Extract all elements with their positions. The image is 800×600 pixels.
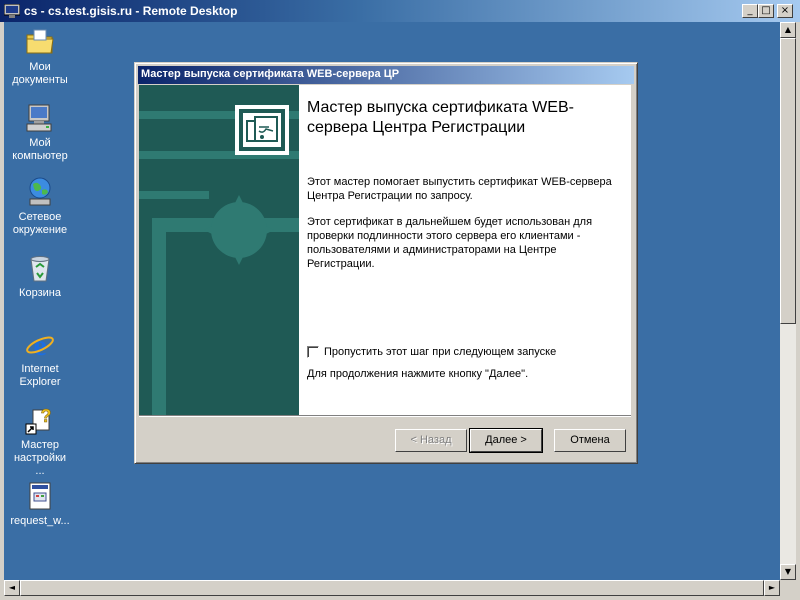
remote-desktop-titlebar[interactable]: cs - cs.test.gisis.ru - Remote Desktop _… [0,0,800,22]
wizard-content: Мастер выпуска сертификата WEB-сервера Ц… [299,85,631,415]
vertical-scrollbar[interactable]: ▲ ▼ [780,22,796,580]
skip-step-label[interactable]: Пропустить этот шаг при следующем запуск… [324,345,556,359]
vertical-scroll-thumb[interactable] [780,38,796,324]
desktop-icon-label: Internet Explorer [19,363,61,388]
desktop-icon-label: Сетевое окружение [12,211,68,236]
desktop-icon-label: request_w... [10,515,70,527]
dialog-title: Мастер выпуска сертификата WEB-сервера Ц… [141,68,400,80]
minimize-button[interactable]: _ [742,4,758,18]
close-icon: × [780,5,790,16]
remote-desktop-app-icon [4,4,20,18]
minimize-icon: _ [747,5,753,16]
internet-explorer-icon: e [24,328,56,362]
right-arrow-icon: ► [768,583,776,592]
dialog-separator [139,415,631,417]
setup-wizard-shortcut-icon: ? [24,404,56,436]
wizard-description: Этот мастер помогает выпустить сертифика… [307,176,612,202]
scroll-up-button[interactable]: ▲ [780,22,796,38]
desktop-icon-network-places[interactable]: Сетевое окружение [8,176,72,237]
desktop-icon-label: Корзина [19,287,61,299]
svg-text:?: ? [41,406,52,426]
down-arrow-icon: ▼ [784,567,792,576]
my-computer-icon [24,102,56,134]
window-title: cs - cs.test.gisis.ru - Remote Desktop [24,4,238,18]
horizontal-scroll-thumb[interactable] [20,580,764,596]
desktop-icon-label: Мои документы [12,61,68,86]
up-arrow-icon: ▲ [784,25,792,34]
remote-desktop-client-area: Мои документы Мой компьютер Сетевое окру… [0,22,800,600]
wizard-certificate-purpose: Этот сертификат в дальнейшем будет испол… [307,216,593,270]
recycle-bin-icon [24,252,56,284]
scrollbar-corner [780,580,796,596]
network-places-icon [24,176,56,208]
close-button[interactable]: × [777,4,793,18]
desktop-icon-internet-explorer[interactable]: e Internet Explorer [8,328,72,389]
desktop-icon-label: Мастер настройки ... [13,439,67,477]
document-file-icon [24,480,56,512]
my-documents-folder-icon [24,26,56,58]
back-button[interactable]: < Назад [395,429,467,452]
desktop-icon-setup-wizard[interactable]: ? Мастер настройки ... [8,404,72,478]
dialog-titlebar[interactable]: Мастер выпуска сертификата WEB-сервера Ц… [138,66,634,84]
left-arrow-icon: ◄ [8,583,16,592]
svg-text:e: e [33,329,46,360]
horizontal-scrollbar[interactable]: ◄ ► [4,580,780,596]
cancel-button[interactable]: Отмена [554,429,626,452]
scroll-left-button[interactable]: ◄ [4,580,20,596]
desktop-icon-request-file[interactable]: request_w... [8,480,72,528]
certificate-banner-illustration [139,105,299,415]
wizard-side-banner [139,85,299,415]
maximize-button[interactable]: □ [758,4,774,18]
skip-step-checkbox[interactable]: Пропустить этот шаг при следующем запуск… [307,345,617,359]
scroll-right-button[interactable]: ► [764,580,780,596]
scroll-down-button[interactable]: ▼ [780,564,796,580]
maximize-icon: □ [761,5,771,16]
desktop-icon-label: Мой компьютер [12,137,68,162]
desktop-icon-my-documents[interactable]: Мои документы [8,26,72,87]
continue-hint: Для продолжения нажмите кнопку "Далее". [307,368,529,380]
desktop-icon-my-computer[interactable]: Мой компьютер [8,102,72,163]
desktop-icon-recycle-bin[interactable]: Корзина [8,252,72,300]
certificate-wizard-dialog: Мастер выпуска сертификата WEB-сервера Ц… [134,62,638,464]
remote-desktop-surface[interactable]: Мои документы Мой компьютер Сетевое окру… [4,22,780,580]
next-button[interactable]: Далее > [469,428,543,453]
wizard-heading: Мастер выпуска сертификата WEB-сервера Ц… [307,99,574,136]
checkbox-box[interactable] [307,346,319,358]
